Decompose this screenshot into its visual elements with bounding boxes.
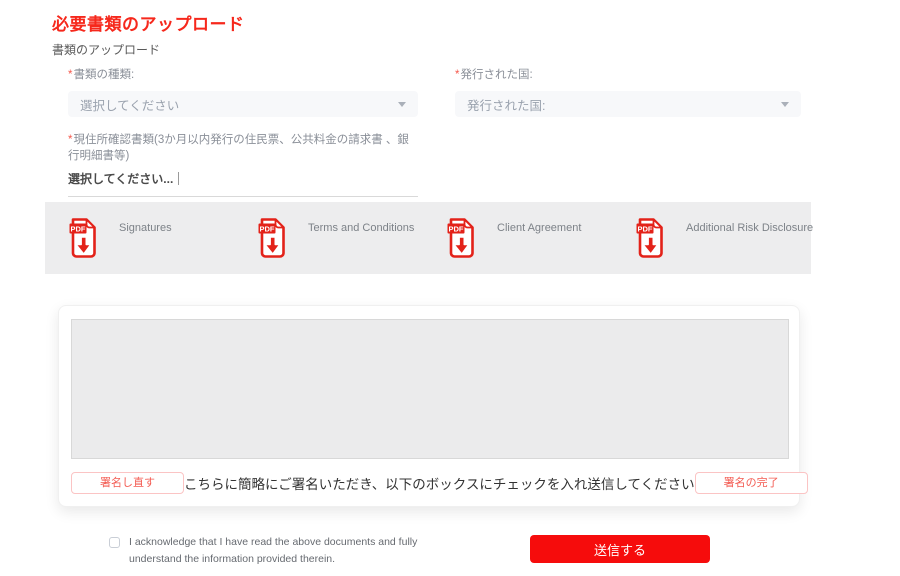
document-link-terms-and-conditions[interactable]: PDF Terms and Conditions bbox=[234, 218, 423, 258]
document-type-value: 選択してください bbox=[80, 98, 180, 113]
svg-text:PDF: PDF bbox=[638, 224, 653, 233]
issuing-country-label: *発行された国: bbox=[455, 69, 533, 81]
svg-text:PDF: PDF bbox=[71, 224, 86, 233]
issuing-country-value: 発行された国: bbox=[467, 98, 546, 113]
section-subtitle: 書類のアップロード bbox=[52, 43, 161, 57]
svg-text:PDF: PDF bbox=[449, 224, 464, 233]
acknowledge-row: I acknowledge that I have read the above… bbox=[109, 534, 417, 568]
document-label: Additional Risk Disclosure bbox=[686, 222, 814, 234]
pdf-file-icon: PDF bbox=[258, 218, 285, 258]
document-type-label: *書類の種類: bbox=[68, 69, 135, 81]
field-address-proof: *現住所確認書類(3か月以内発行の住民票、公共料金の請求書 、銀行明細書等) 選… bbox=[68, 131, 418, 197]
documents-strip: PDF Signatures PDF Terms and Conditions … bbox=[45, 202, 813, 274]
address-proof-label: *現住所確認書類(3か月以内発行の住民票、公共料金の請求書 、銀行明細書等) bbox=[68, 134, 409, 162]
field-issuing-country: *発行された国: 発行された国: bbox=[455, 66, 801, 117]
signature-card: 署名し直す こちらに簡略にご署名いただき、以下のボックスにチェックを入れ送信して… bbox=[58, 305, 808, 507]
address-proof-file-input[interactable]: 選択してください... bbox=[68, 170, 418, 197]
issuing-country-select[interactable]: 発行された国: bbox=[455, 91, 801, 117]
document-label: Client Agreement bbox=[497, 222, 582, 234]
required-asterisk: * bbox=[68, 134, 73, 146]
field-document-type: *書類の種類: 選択してください bbox=[68, 66, 418, 117]
pdf-file-icon: PDF bbox=[636, 218, 663, 258]
page-title: 必要書類のアップロード bbox=[52, 15, 245, 34]
required-asterisk: * bbox=[455, 69, 460, 81]
required-asterisk: * bbox=[68, 69, 73, 81]
address-proof-file-value: 選択してください... bbox=[68, 172, 174, 186]
document-link-additional-risk-disclosure[interactable]: PDF Additional Risk Disclosure bbox=[612, 218, 813, 258]
signature-instruction: こちらに簡略にご署名いただき、以下のボックスにチェックを入れ送信してください bbox=[184, 477, 695, 492]
signature-footer: 署名し直す こちらに簡略にご署名いただき、以下のボックスにチェックを入れ送信して… bbox=[71, 464, 808, 502]
signature-pad-canvas[interactable] bbox=[71, 319, 789, 459]
submit-button[interactable]: 送信する bbox=[530, 535, 710, 563]
document-link-client-agreement[interactable]: PDF Client Agreement bbox=[423, 218, 612, 258]
document-link-signatures[interactable]: PDF Signatures bbox=[45, 218, 234, 258]
acknowledge-text: I acknowledge that I have read the above… bbox=[129, 536, 418, 565]
document-type-select[interactable]: 選択してください bbox=[68, 91, 418, 117]
document-label: Terms and Conditions bbox=[308, 222, 415, 234]
pdf-file-icon: PDF bbox=[69, 218, 96, 258]
document-label: Signatures bbox=[119, 222, 172, 234]
chevron-down-icon bbox=[781, 102, 789, 107]
re-sign-button[interactable]: 署名し直す bbox=[71, 472, 184, 494]
upload-documents-page: 必要書類のアップロード 書類のアップロード *書類の種類: 選択してください *… bbox=[0, 0, 900, 576]
signature-done-button[interactable]: 署名の完了 bbox=[694, 472, 808, 494]
text-cursor bbox=[178, 172, 180, 185]
pdf-file-icon: PDF bbox=[447, 218, 474, 258]
acknowledge-checkbox[interactable] bbox=[109, 537, 120, 548]
chevron-down-icon bbox=[398, 102, 406, 107]
svg-text:PDF: PDF bbox=[260, 224, 275, 233]
